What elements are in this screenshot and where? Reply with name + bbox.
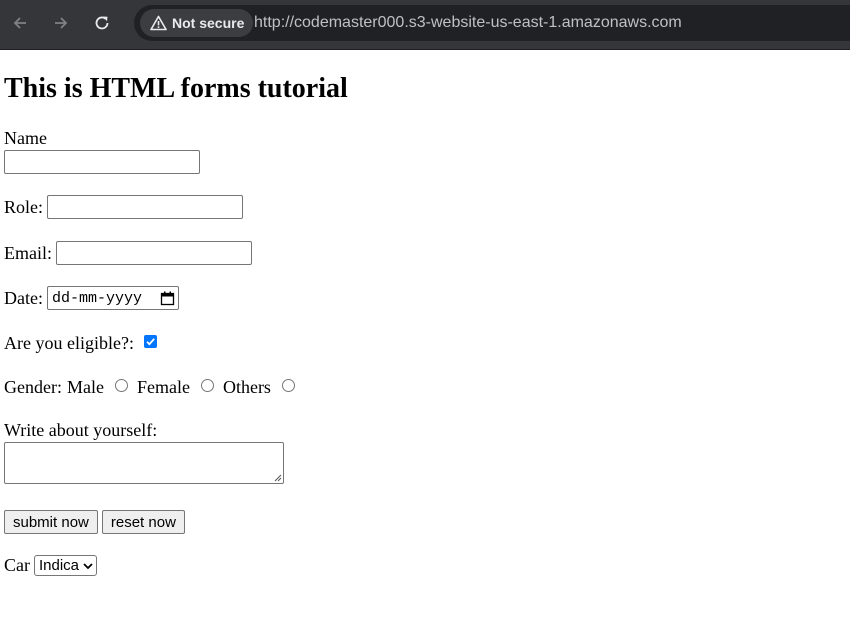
role-input[interactable] [47, 195, 243, 219]
about-label: Write about yourself: [4, 420, 158, 440]
calendar-icon[interactable] [160, 291, 175, 306]
chevron-down-icon [83, 562, 93, 569]
about-label-row: Write about yourself: [4, 420, 157, 441]
date-placeholder: dd-mm-yyyy [51, 289, 142, 307]
name-label-row: Name [4, 128, 47, 149]
date-label: Date: [4, 287, 43, 308]
name-input[interactable] [4, 150, 200, 174]
back-button[interactable] [4, 7, 36, 39]
forward-arrow-icon [55, 17, 68, 29]
back-arrow-icon [13, 17, 26, 29]
reload-icon [95, 16, 109, 30]
gender-option-others-label: Others [222, 377, 271, 397]
page-title: This is HTML forms tutorial [4, 73, 348, 104]
date-row: Date: dd-mm-yyyy [4, 286, 179, 310]
about-textarea[interactable] [4, 442, 284, 484]
gender-radio-others[interactable] [281, 379, 295, 392]
browser-toolbar: Not secure http://codemaster000.s3-websi… [0, 0, 850, 50]
role-row: Role: [4, 195, 243, 219]
about-field-row [4, 442, 284, 484]
gender-option-male-label: Male [66, 377, 104, 397]
url-text[interactable]: http://codemaster000.s3-website-us-east-… [254, 14, 682, 32]
warning-icon [150, 15, 167, 31]
eligible-row: Are you eligible?: [4, 333, 157, 354]
submit-button[interactable]: submit now [4, 510, 98, 534]
resize-handle-icon[interactable] [273, 473, 282, 482]
eligible-checkbox[interactable] [143, 335, 157, 348]
page-content: This is HTML forms tutorial Name Role: E… [4, 50, 850, 617]
email-row: Email: [4, 241, 252, 265]
security-chip[interactable]: Not secure [140, 9, 254, 37]
name-field-row [4, 150, 200, 174]
role-label: Role: [4, 196, 43, 217]
security-label: Not secure [172, 15, 245, 31]
car-label: Car [4, 555, 30, 575]
button-row: submit now reset now [4, 510, 185, 534]
reload-button[interactable] [86, 7, 118, 39]
gender-row: Gender: Male Female Others [4, 377, 295, 398]
email-label: Email: [4, 242, 52, 263]
email-input[interactable] [56, 241, 252, 265]
car-select[interactable]: Indica [34, 555, 98, 576]
eligible-label: Are you eligible?: [4, 333, 134, 353]
gender-label: Gender: [4, 377, 62, 397]
car-row: Car Indica [4, 555, 98, 576]
date-input[interactable]: dd-mm-yyyy [46, 286, 179, 310]
address-bar[interactable]: Not secure http://codemaster000.s3-websi… [134, 5, 850, 41]
car-selected-value: Indica [39, 557, 80, 574]
gender-radio-female[interactable] [200, 379, 214, 392]
name-label: Name [4, 128, 47, 148]
reset-button[interactable]: reset now [101, 510, 185, 534]
gender-option-female-label: Female [136, 377, 190, 397]
checkmark-icon [146, 338, 155, 346]
forward-button[interactable] [45, 7, 77, 39]
gender-radio-male[interactable] [114, 379, 128, 392]
